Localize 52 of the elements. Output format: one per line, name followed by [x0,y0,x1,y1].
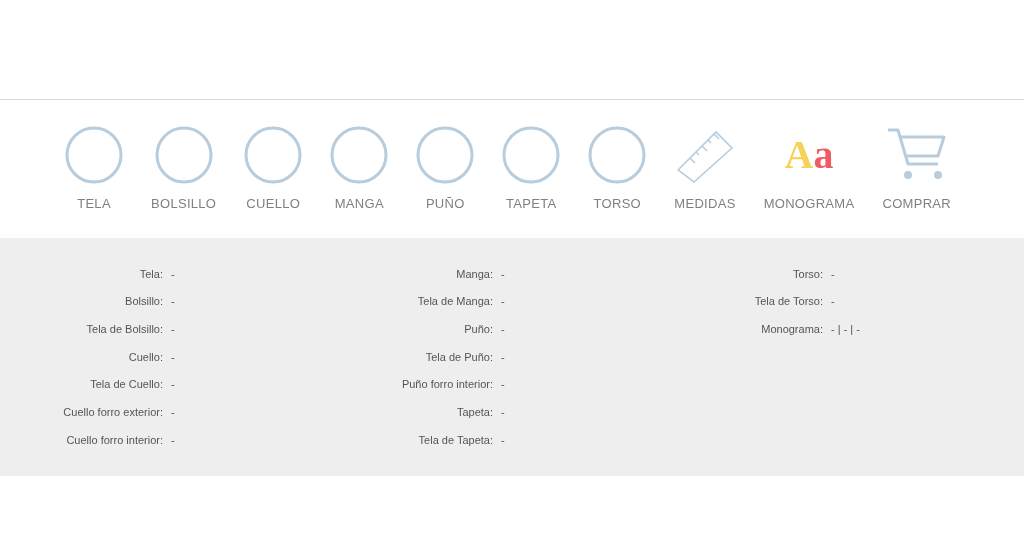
field-value: - [163,315,175,344]
step-tab[interactable]: TELA [77,194,111,214]
field-value: - | - | - [823,315,860,344]
step-tab[interactable]: TORSO [593,194,642,214]
field-label: Tela de Cuello: [89,377,163,393]
circle-icon [244,126,303,184]
circle-icon [65,126,123,184]
field-label: Torso: [792,266,823,282]
field-label: Puño: [463,321,493,337]
circle-icon [588,126,647,184]
field-label: Monograma: [760,321,823,337]
field-label: Tapeta: [455,405,493,421]
field-label: Tela de Tapeta: [417,432,493,448]
field-label: Tela de Manga: [416,294,493,310]
field-label: Bolsillo: [124,294,163,310]
step-tab[interactable]: BOLSILLO [151,194,217,214]
field-value: - [163,370,175,399]
field-value: - [163,398,175,427]
field-value: - [163,287,175,316]
monogram-icon: Aa [784,126,834,184]
field-label: Tela: [138,266,163,282]
step-tab[interactable]: TAPETA [506,194,557,214]
field-value: - [163,260,175,288]
field-value: - [493,398,505,427]
circle-icon [502,126,561,184]
field-label: Tela de Torso: [753,294,823,310]
field-label: Cuello forro interior: [65,432,163,448]
field-value: - [163,426,175,454]
field-label: Cuello forro exterior: [62,405,163,421]
step-tab[interactable]: CUELLO [246,194,301,214]
field-value: - [493,315,505,344]
step-tab[interactable]: MEDIDAS [674,194,736,214]
field-label: Cuello: [127,349,163,365]
step-tab[interactable]: COMPRAR [882,194,951,214]
field-value: - [493,287,505,316]
circle-icon [154,126,213,184]
step-tab[interactable]: MONOGRAMA [763,194,855,214]
field-label: Tela de Bolsillo: [85,321,163,337]
field-value: - [823,287,860,316]
step-tab[interactable]: MANGA [334,194,384,214]
field-value: - [493,343,505,371]
field-label: Manga: [455,266,493,282]
field-value: - [163,343,175,371]
field-label: Tela de Puño: [424,349,493,365]
field-label: Puño forro interior: [400,377,493,393]
step-tab[interactable]: PUÑO [425,194,465,214]
field-value: - [823,260,860,288]
field-value: - [493,426,505,454]
circle-icon [416,126,475,184]
circle-icon [330,126,389,184]
field-value: - [493,370,505,399]
field-value: - [493,260,505,288]
